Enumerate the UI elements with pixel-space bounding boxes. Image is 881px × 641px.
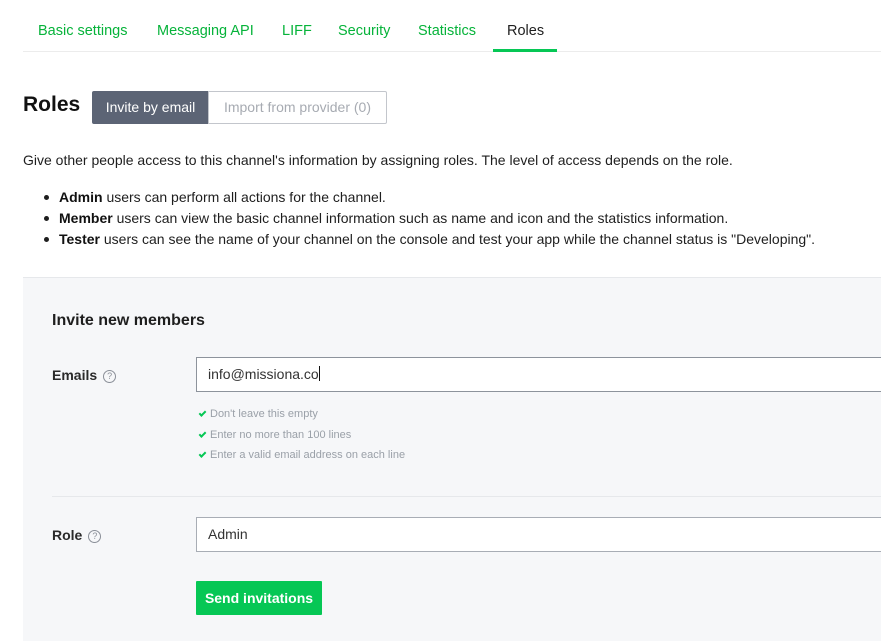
role-description: users can see the name of your channel o… [99, 231, 816, 247]
tab-messaging-api[interactable]: Messaging API [157, 23, 254, 39]
tab-basic-settings[interactable]: Basic settings [38, 23, 127, 39]
emails-input-value: info@missiona.co [208, 366, 319, 382]
check-icon [198, 429, 207, 438]
tab-statistics[interactable]: Statistics [418, 23, 476, 39]
role-select[interactable]: Admin [196, 517, 881, 552]
emails-label-text: Emails [52, 367, 98, 383]
validation-message: Enter a valid email address on each line [197, 445, 405, 466]
validation-message: Enter no more than 100 lines [197, 425, 405, 446]
emails-label: Emails? [52, 367, 117, 383]
list-item: Member users can view the basic channel … [23, 208, 815, 229]
list-item: Tester users can see the name of your ch… [23, 229, 815, 250]
list-item: Admin users can perform all actions for … [23, 187, 815, 208]
role-name: Admin [59, 189, 103, 205]
active-tab-indicator [493, 49, 557, 52]
tab-liff[interactable]: LIFF [282, 23, 312, 39]
panel-divider [52, 496, 881, 497]
invite-panel: Invite new members Emails? info@missiona… [23, 277, 881, 641]
roles-intro-text: Give other people access to this channel… [23, 152, 733, 168]
tab-bar: Basic settings Messaging API LIFF Securi… [23, 0, 881, 52]
role-name: Member [59, 210, 113, 226]
question-circle-icon[interactable]: ? [88, 530, 102, 543]
text-cursor [318, 366, 320, 381]
check-icon [198, 409, 207, 417]
validation-text: Enter no more than 100 lines [210, 428, 352, 441]
validation-text: Don't leave this empty [210, 408, 318, 420]
invite-by-email-toggle[interactable]: Invite by email [92, 91, 209, 124]
role-description: users can view the basic channel informa… [112, 210, 729, 226]
emails-input[interactable]: info@missiona.co [196, 357, 881, 392]
role-select-value: Admin [208, 526, 248, 542]
validation-text: Enter a valid email address on each line [210, 449, 406, 461]
role-label-text: Role [52, 527, 83, 543]
role-description: users can perform all actions for the ch… [102, 189, 386, 205]
send-invitations-button[interactable]: Send invitations [196, 581, 322, 615]
page-title: Roles [23, 93, 81, 116]
role-description-list: Admin users can perform all actions for … [23, 187, 815, 250]
tab-roles[interactable]: Roles [507, 23, 544, 39]
validation-message: Don't leave this empty [197, 404, 405, 425]
role-label: Role? [52, 527, 102, 543]
question-circle-icon[interactable]: ? [103, 370, 117, 383]
tab-security[interactable]: Security [338, 23, 390, 39]
email-validation-list: Don't leave this empty Enter no more tha… [197, 404, 405, 466]
import-from-provider-toggle[interactable]: Import from provider (0) [208, 91, 387, 124]
role-name: Tester [59, 231, 100, 247]
invite-panel-title: Invite new members [52, 312, 205, 329]
check-icon [198, 450, 207, 458]
